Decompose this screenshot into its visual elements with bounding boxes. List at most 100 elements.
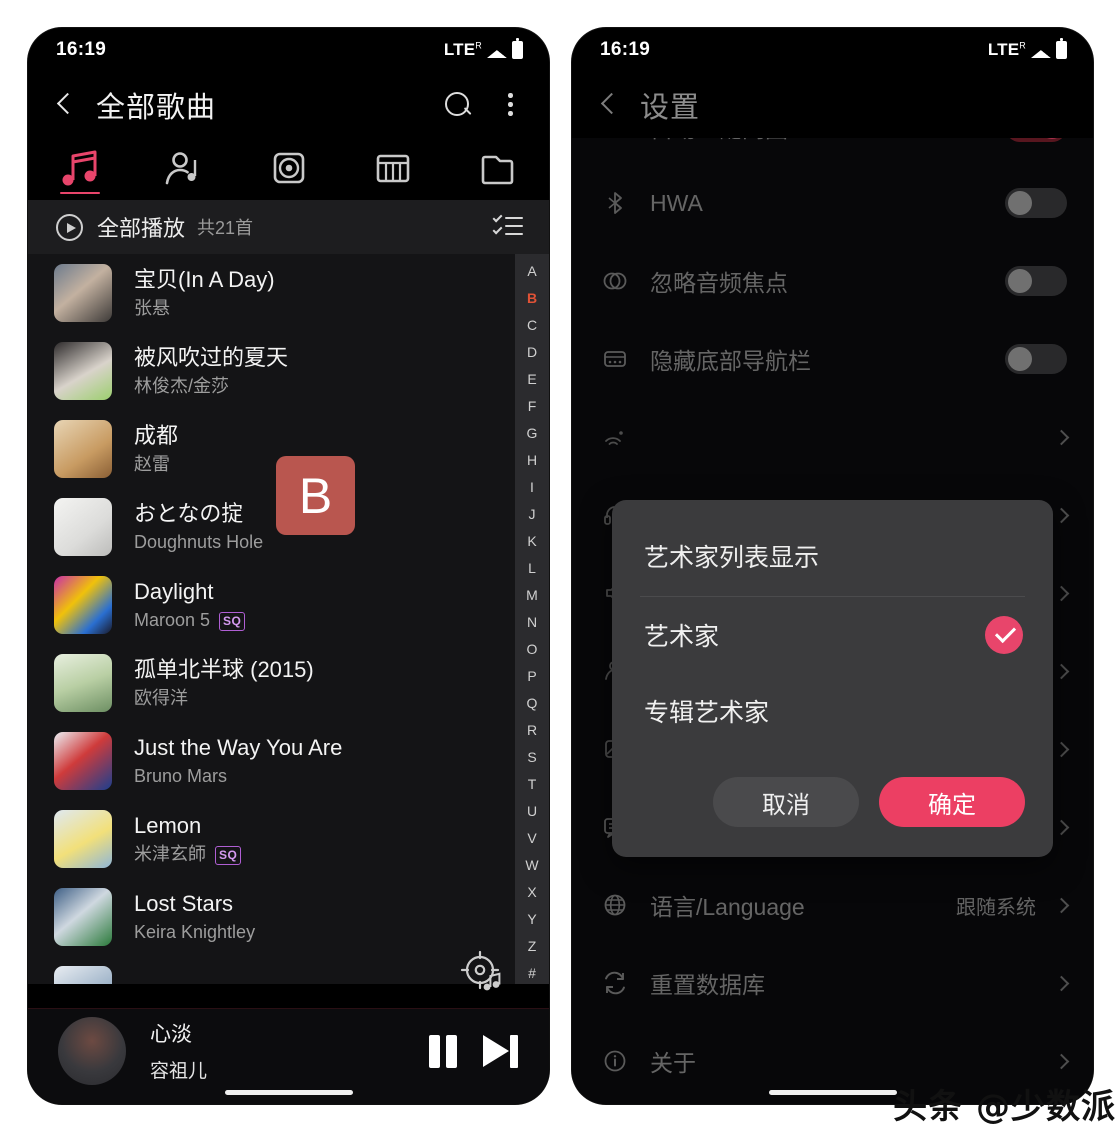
screenshot-canvas: 16:19 LTER 全部歌曲 全部播放 共21首 宝贝(In A Day) 张… [0, 0, 1120, 1132]
dialog-actions: 取消 确定 [612, 749, 1053, 857]
song-row[interactable]: 被风吹过的夏天 林俊杰/金莎 [28, 332, 549, 410]
song-artist-line: Doughnuts Hole [134, 532, 509, 554]
index-letter[interactable]: X [527, 885, 536, 899]
app-bar-left: 全部歌曲 [28, 72, 549, 138]
confirm-button[interactable]: 确定 [879, 777, 1025, 827]
index-letter[interactable]: J [529, 507, 536, 521]
index-letter[interactable]: M [526, 588, 538, 602]
mini-player-meta: 心淡 容祖儿 [150, 1018, 415, 1083]
song-meta: 被风吹过的夏天 林俊杰/金莎 [134, 344, 509, 398]
status-clock: 16:19 [600, 39, 651, 60]
song-artist-line: 欧得洋 [134, 688, 509, 710]
status-bar-right: 16:19 LTER [572, 28, 1093, 72]
song-meta: Lemon 米津玄師 SQ [134, 812, 509, 866]
index-letter[interactable]: B [527, 291, 537, 305]
song-meta: 宝贝(In A Day) 张悬 [134, 266, 509, 320]
tab-artists[interactable] [132, 138, 236, 200]
mini-player-album-art [58, 1016, 126, 1085]
index-letter[interactable]: W [525, 858, 538, 872]
locate-current-song-icon[interactable] [456, 946, 510, 1000]
song-row[interactable]: Lemon 米津玄師 SQ [28, 800, 549, 878]
dialog-option-artist[interactable]: 艺术家 [612, 597, 1053, 673]
skip-next-icon[interactable] [471, 1023, 527, 1079]
music-note-icon [62, 150, 97, 186]
index-letter[interactable]: H [527, 453, 537, 467]
index-letter[interactable]: U [527, 804, 537, 818]
index-letter[interactable]: A [527, 264, 536, 278]
play-circle-icon[interactable] [56, 213, 83, 241]
network-label: LTER [443, 40, 482, 59]
tab-active-underline [60, 191, 101, 194]
checklist-icon[interactable] [492, 212, 523, 240]
index-letter[interactable]: N [527, 615, 537, 629]
index-letter[interactable]: R [527, 723, 537, 737]
song-artist-line: Bruno Mars [134, 766, 509, 788]
artist-list-display-dialog: 艺术家列表显示 艺术家 专辑艺术家 取消 确定 [612, 500, 1053, 857]
library-tabs [28, 138, 549, 200]
index-letter[interactable]: V [527, 831, 536, 845]
index-letter[interactable]: F [528, 399, 537, 413]
song-title: 成都 [134, 422, 179, 448]
index-letter[interactable]: Q [527, 696, 538, 710]
play-all-row[interactable]: 全部播放 共21首 [28, 200, 549, 254]
search-icon[interactable] [443, 90, 473, 120]
signal-icon [487, 42, 507, 58]
status-icons: LTER [443, 38, 523, 60]
dialog-option-label: 专辑艺术家 [644, 699, 770, 727]
index-letter[interactable]: D [527, 345, 537, 359]
album-art [54, 966, 112, 984]
index-letter[interactable]: T [528, 777, 537, 791]
song-title: 孤单北半球 (2015) [134, 656, 314, 682]
song-artist: Keira Knightley [134, 922, 256, 943]
song-title: 被风吹过的夏天 [134, 344, 289, 370]
index-letter[interactable]: S [527, 750, 536, 764]
phone-left-music-library: 16:19 LTER 全部歌曲 全部播放 共21首 宝贝(In A Day) 张… [28, 28, 549, 1104]
tab-songs[interactable] [28, 138, 132, 200]
alphabet-index-scrollbar[interactable]: A B C D E F G H I J K L M N O P Q R S T U V W X Y Z # [515, 254, 549, 984]
index-letter[interactable]: C [527, 318, 537, 332]
index-letter[interactable]: E [527, 372, 536, 386]
index-letter[interactable]: P [527, 669, 536, 683]
mini-player-artist: 容祖儿 [150, 1061, 208, 1082]
more-vertical-icon[interactable] [497, 90, 523, 120]
check-circle-icon[interactable] [985, 616, 1023, 654]
index-letter[interactable]: # [528, 966, 536, 980]
song-list[interactable]: 宝贝(In A Day) 张悬 被风吹过的夏天 林俊杰/金莎 成都 赵雷 おとなの掟 Doug… [28, 254, 549, 984]
album-art [54, 654, 112, 712]
song-artist: 赵雷 [134, 454, 170, 475]
index-letter[interactable]: Y [527, 912, 536, 926]
song-title: Just the Way You Are [134, 734, 343, 760]
settings-list[interactable]: 自动匹配网图HWA忽略音频焦点隐藏底部导航栏通知样式语言/Language跟随系… [572, 138, 1093, 1104]
song-row[interactable]: Lost Stars Keira Knightley [28, 878, 549, 956]
artist-icon [165, 152, 197, 185]
song-meta: Daylight Maroon 5 SQ [134, 578, 509, 632]
index-letter[interactable]: O [527, 642, 538, 656]
tab-genres[interactable] [341, 138, 445, 200]
album-art [54, 342, 112, 400]
pause-icon[interactable] [415, 1023, 471, 1079]
song-meta: Just the Way You Are Bruno Mars [134, 734, 509, 788]
index-letter[interactable]: L [528, 561, 536, 575]
song-meta: Lost Stars Keira Knightley [134, 890, 509, 944]
dialog-option-album-artist[interactable]: 专辑艺术家 [612, 673, 1053, 749]
index-letter[interactable]: G [527, 426, 538, 440]
index-letter[interactable]: K [527, 534, 536, 548]
index-letter[interactable]: I [530, 480, 534, 494]
tab-albums[interactable] [236, 138, 340, 200]
song-row[interactable]: Just the Way You Are Bruno Mars [28, 722, 549, 800]
tab-folders[interactable] [445, 138, 549, 200]
cancel-button[interactable]: 取消 [713, 777, 859, 827]
watermark: 头条 @少数派 [893, 1087, 1116, 1127]
song-row[interactable]: Daylight Maroon 5 SQ [28, 566, 549, 644]
network-label: LTER [987, 40, 1026, 59]
song-title: Lemon [134, 812, 202, 838]
back-chevron-icon[interactable] [596, 92, 622, 118]
album-art [54, 498, 112, 556]
song-artist: 米津玄師 [134, 844, 206, 865]
song-row[interactable]: 宝贝(In A Day) 张悬 [28, 254, 549, 332]
song-row[interactable]: 孤单北半球 (2015) 欧得洋 [28, 644, 549, 722]
song-artist-line: 张悬 [134, 298, 509, 320]
index-letter[interactable]: Z [528, 939, 537, 953]
song-artist: Maroon 5 [134, 610, 211, 631]
back-chevron-icon[interactable] [52, 92, 78, 118]
